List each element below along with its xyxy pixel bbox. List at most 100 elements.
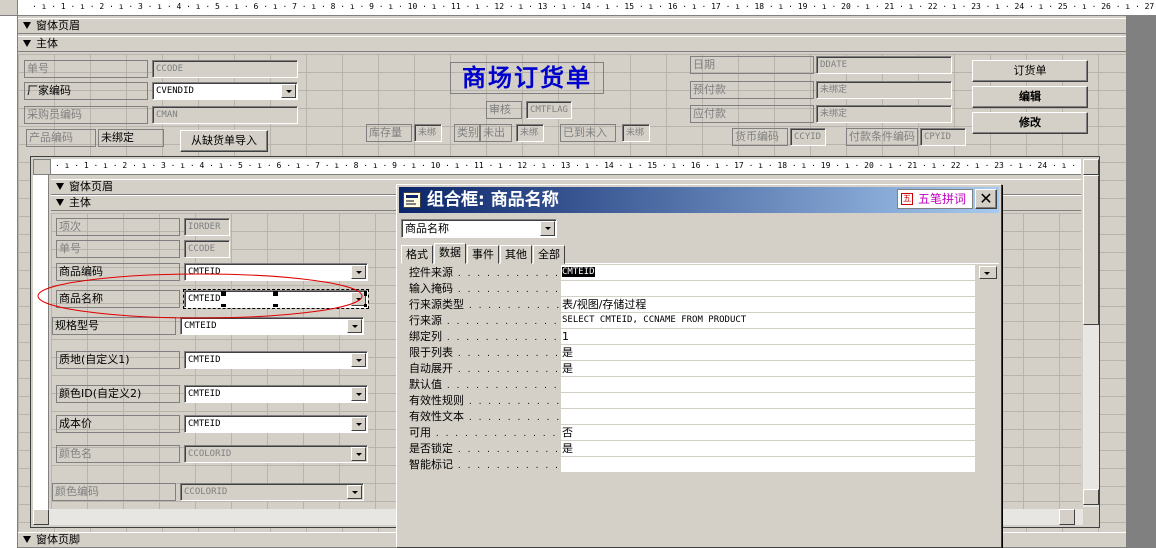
property-value[interactable]: 是 <box>561 361 975 377</box>
tab-4[interactable]: 全部 <box>533 245 565 264</box>
audit-label[interactable]: 审核 <box>486 101 522 119</box>
property-value[interactable]: 1 <box>561 329 975 345</box>
stock-field[interactable]: 未绑 <box>414 124 442 142</box>
form-header-bar[interactable]: 窗体页眉 <box>18 18 1126 34</box>
subform-row-label[interactable]: 商品名称 <box>56 290 180 308</box>
payment-terms-field[interactable]: CPYID <box>920 128 966 146</box>
property-row[interactable]: 可用否 <box>401 425 999 441</box>
subform-row-combo[interactable]: CCOLORID <box>180 483 364 501</box>
object-selector-combo[interactable]: 商品名称 <box>401 219 557 238</box>
tab-3[interactable]: 其他 <box>500 245 532 264</box>
dropdown-arrow-icon[interactable] <box>540 221 555 236</box>
subform-row-combo[interactable]: CMTEID <box>183 289 369 309</box>
buyer-code-label[interactable]: 采购员编码 <box>24 106 148 124</box>
category-field[interactable]: 未绑 <box>516 124 544 142</box>
property-row[interactable]: 智能标记 <box>401 457 999 473</box>
product-code-label[interactable]: 产品编码 <box>26 129 96 147</box>
tab-1[interactable]: 数据 <box>434 243 466 264</box>
subform-row-combo[interactable]: CCOLORID <box>184 445 368 463</box>
property-value[interactable] <box>561 457 975 473</box>
dropdown-arrow-icon[interactable] <box>351 353 366 367</box>
property-value[interactable]: 是 <box>561 345 975 361</box>
subform-row-label[interactable]: 单号 <box>56 240 180 258</box>
form-title[interactable]: 商场订货单 <box>450 62 604 94</box>
subform-row-field[interactable]: CCODE <box>184 240 230 258</box>
subform-row-label[interactable]: 颜色名 <box>56 445 180 463</box>
subform-vertical-scrollbar[interactable] <box>1083 159 1099 507</box>
payable-field[interactable]: 未绑定 <box>816 105 952 123</box>
currency-field[interactable]: CCYID <box>790 128 826 146</box>
property-value[interactable] <box>561 377 975 393</box>
tab-0[interactable]: 格式 <box>401 245 433 264</box>
buyer-code-field[interactable]: CMAN <box>152 106 298 124</box>
subform-row-combo[interactable]: CMTEID <box>180 317 364 335</box>
property-row[interactable]: 输入掩码 <box>401 281 999 297</box>
scroll-down-arrow-icon[interactable] <box>1083 489 1099 505</box>
subform-row-field[interactable]: IORDER <box>184 218 230 236</box>
property-value[interactable]: 否 <box>561 425 975 441</box>
property-value[interactable]: 是 <box>561 441 975 457</box>
prepaid-label[interactable]: 预付款 <box>690 81 814 99</box>
order-no-label[interactable]: 单号 <box>24 60 148 78</box>
scroll-thumb[interactable] <box>1083 175 1099 325</box>
property-row[interactable]: 自动展开是 <box>401 361 999 377</box>
selection-handle[interactable] <box>220 304 226 307</box>
category-label[interactable]: 类别 <box>454 124 480 142</box>
dropdown-arrow-icon[interactable] <box>351 447 366 461</box>
subform-row-combo[interactable]: CMTEID <box>184 263 368 281</box>
scroll-right-arrow-icon[interactable] <box>1059 509 1075 525</box>
dropdown-arrow-icon[interactable] <box>281 84 296 98</box>
property-value[interactable] <box>561 281 975 297</box>
payable-label[interactable]: 应付款 <box>690 105 814 123</box>
date-field[interactable]: DDATE <box>816 56 952 74</box>
property-row[interactable]: 有效性文本 <box>401 409 999 425</box>
scroll-left-arrow-icon[interactable] <box>33 509 49 525</box>
selection-handle[interactable] <box>364 291 367 296</box>
property-row[interactable]: 绑定列1 <box>401 329 999 345</box>
currency-label[interactable]: 货币编码 <box>732 128 788 146</box>
prepaid-field[interactable]: 未绑定 <box>816 81 952 99</box>
tab-2[interactable]: 事件 <box>467 245 499 264</box>
detail-section-bar[interactable]: 主体 <box>18 36 1126 52</box>
subform-row-label[interactable]: 质地(自定义1) <box>56 351 180 369</box>
received-label[interactable]: 已到未入 <box>560 124 616 142</box>
import-from-shortage-button[interactable]: 从缺货单导入 <box>180 130 268 152</box>
vendor-code-label[interactable]: 厂家编码 <box>24 82 148 100</box>
audit-field[interactable]: CMTFLAG <box>526 101 572 119</box>
property-row[interactable]: 行来源SELECT CMTEID, CCNAME FROM PRODUCT <box>401 313 999 329</box>
subform-row-label[interactable]: 商品编码 <box>56 263 180 281</box>
property-value[interactable]: CMTEID <box>561 265 975 281</box>
date-label[interactable]: 日期 <box>690 56 814 74</box>
dropdown-arrow-icon[interactable] <box>347 319 362 333</box>
subform-row-label[interactable]: 项次 <box>56 218 180 236</box>
dropdown-arrow-icon[interactable] <box>351 265 366 279</box>
order-form-button[interactable]: 订货单 <box>972 60 1088 82</box>
selection-handle[interactable] <box>273 304 278 307</box>
edit-button[interactable]: 编辑 <box>972 86 1088 108</box>
dropdown-arrow-icon[interactable] <box>347 485 362 499</box>
property-row[interactable]: 控件来源CMTEID <box>401 265 999 281</box>
dropdown-arrow-icon[interactable] <box>979 266 997 279</box>
property-row[interactable]: 行来源类型表/视图/存储过程 <box>401 297 999 313</box>
subform-row-label[interactable]: 颜色编码 <box>52 483 176 501</box>
close-button[interactable]: ✕ <box>975 189 997 209</box>
subform-row-label[interactable]: 成本价 <box>56 415 180 433</box>
ime-indicator[interactable]: 五 五笔拼词 <box>897 189 973 209</box>
property-value[interactable]: 表/视图/存储过程 <box>561 297 975 313</box>
stock-label[interactable]: 库存量 <box>366 124 412 142</box>
property-sheet-dialog[interactable]: 组合框: 商品名称 五 五笔拼词 ✕ 商品名称 格式数据事件其他全部 控件来源C… <box>396 184 1002 548</box>
property-row[interactable]: 默认值 <box>401 377 999 393</box>
out-label[interactable]: 未出 <box>480 124 512 142</box>
modify-button[interactable]: 修改 <box>972 112 1088 134</box>
property-value[interactable]: SELECT CMTEID, CCNAME FROM PRODUCT <box>561 313 975 329</box>
order-no-field[interactable]: CCODE <box>152 60 298 78</box>
selection-handle[interactable] <box>364 304 367 307</box>
product-code-field[interactable]: 未绑定 <box>98 129 164 147</box>
property-row[interactable]: 限于列表是 <box>401 345 999 361</box>
subform-row-combo[interactable]: CMTEID <box>184 415 368 433</box>
subform-row-label[interactable]: 颜色ID(自定义2) <box>56 385 180 403</box>
selection-handle[interactable] <box>273 291 278 296</box>
property-row[interactable]: 是否锁定是 <box>401 441 999 457</box>
property-value[interactable] <box>561 409 975 425</box>
property-row[interactable]: 有效性规则 <box>401 393 999 409</box>
